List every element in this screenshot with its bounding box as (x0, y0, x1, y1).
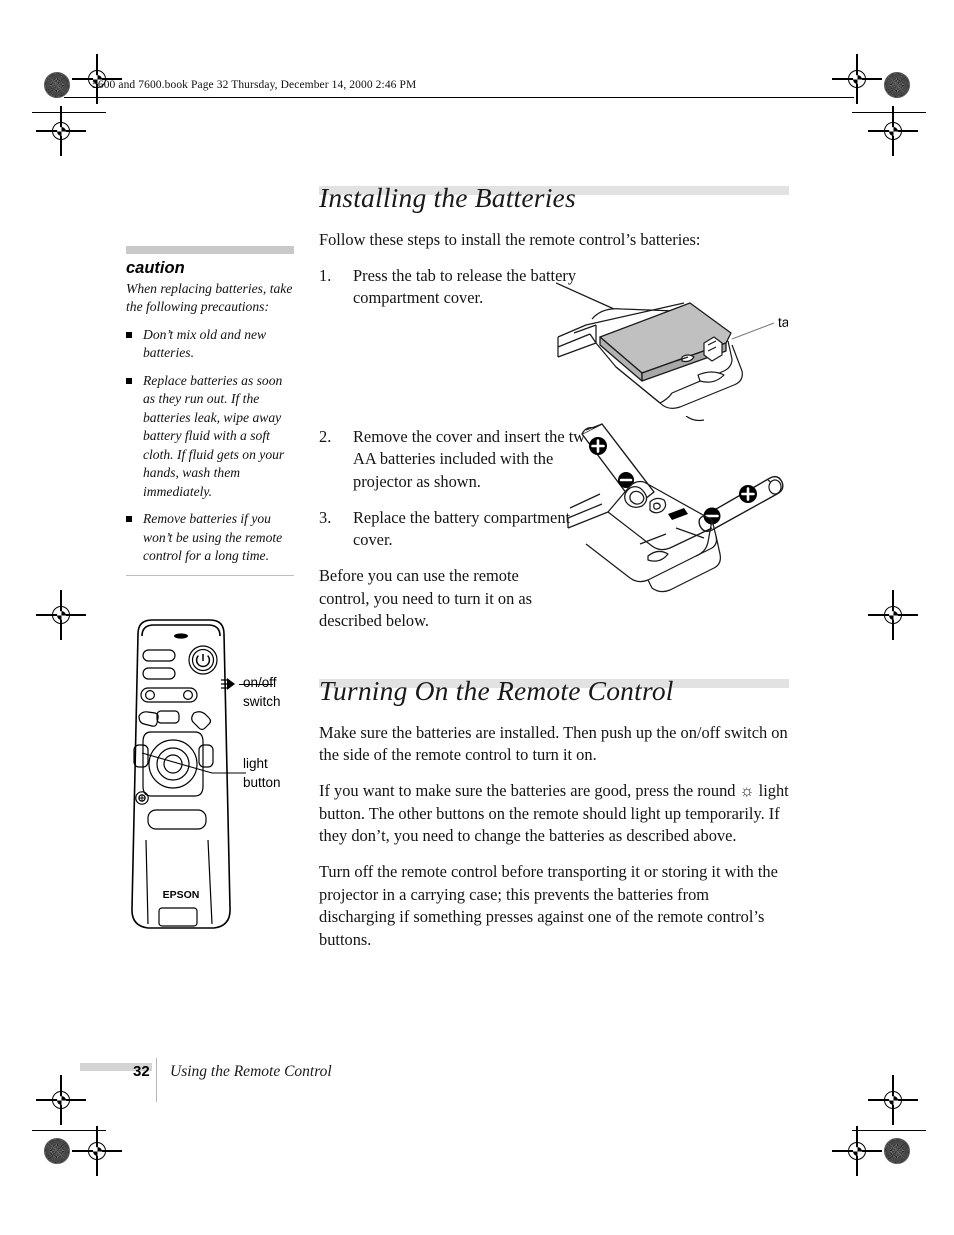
light-button-callout: light button (243, 754, 281, 792)
registration-mark-left-middle (36, 590, 86, 640)
registration-mark-right-middle (868, 590, 918, 640)
intro-paragraph: Follow these steps to install the remote… (319, 229, 701, 249)
figure-battery-insert (556, 416, 788, 606)
step-text: Replace the battery compartment cover. (353, 507, 571, 550)
section-heading-installing-batteries: Installing the Batteries (319, 182, 789, 215)
caution-bullet-text: Remove batteries if you won’t be using t… (143, 511, 283, 564)
square-bullet-icon (126, 516, 132, 523)
section-heading-turning-on-remote: Turning On the Remote Control (319, 674, 789, 708)
battery-cover-illustration: tab (556, 282, 788, 409)
moire-target-top-left (44, 72, 70, 98)
caution-bullet-item: Remove batteries if you won’t be using t… (126, 510, 294, 565)
tab-leader-line (731, 322, 775, 340)
moire-target-bottom-right (884, 1138, 910, 1164)
square-bullet-icon (126, 331, 132, 338)
step-number: 2. (319, 426, 332, 446)
caution-intro: When replacing batteries, take the follo… (126, 281, 293, 315)
header-rule (64, 97, 854, 98)
caution-top-bar (126, 246, 294, 254)
file-slug-text: 5600 and 7600.book Page 32 Thursday, Dec… (92, 79, 417, 91)
caution-sidebar: caution When replacing batteries, take t… (126, 246, 294, 576)
registration-mark-right-lower (868, 1075, 918, 1125)
moire-target-bottom-left (44, 1138, 70, 1164)
after-steps-paragraph: Before you can use the remote control, y… (319, 566, 533, 631)
registration-mark-bottom-right-lower (832, 1126, 882, 1176)
caution-bottom-rule (126, 574, 294, 576)
remote-paragraph-3: Turn off the remote control before trans… (319, 862, 778, 949)
registration-mark-bottom-left-lower (72, 1126, 122, 1176)
battery-insert-illustration (567, 416, 784, 593)
trim-line-top-left (32, 112, 106, 113)
caution-bullet-item: Don’t mix old and new batteries. (126, 326, 294, 363)
tab-callout-label: tab (778, 315, 788, 330)
remote-paragraph-1: Make sure the batteries are installed. T… (319, 722, 788, 765)
onoff-switch-label-line1: on/off (243, 675, 277, 690)
caution-bullet-text: Don’t mix old and new batteries. (143, 326, 267, 361)
light-button-label-line1: light (243, 756, 268, 771)
footer-chapter-title: Using the Remote Control (170, 1063, 332, 1080)
step-number: 3. (319, 507, 332, 527)
registration-mark-top-right-upper (832, 54, 882, 104)
moire-target-top-right (884, 72, 910, 98)
footer-vertical-rule (156, 1058, 157, 1102)
caution-bullet-text: Replace batteries as soon as they run ou… (143, 372, 285, 499)
caution-bullet-item: Replace batteries as soon as they run ou… (126, 372, 294, 501)
onoff-switch-callout: on/off switch (243, 673, 281, 711)
page-number: 32 (133, 1063, 150, 1080)
registration-mark-left-upper (36, 106, 86, 156)
remote-brand-text: EPSON (163, 889, 200, 901)
figure-battery-cover: tab (556, 281, 788, 416)
manual-page: 5600 and 7600.book Page 32 Thursday, Dec… (0, 0, 954, 1235)
light-button-label-line2: button (243, 775, 281, 791)
step-text: Press the tab to release the battery com… (353, 265, 577, 308)
trim-line-bottom-right (852, 1130, 926, 1131)
step-number: 1. (319, 265, 332, 285)
trim-line-top-right (852, 112, 926, 113)
onoff-switch-label-line2: switch (243, 694, 281, 710)
caution-bullet-list: Don’t mix old and new batteries. Replace… (126, 326, 294, 566)
registration-mark-left-lower (36, 1075, 86, 1125)
heading-text: Installing the Batteries (319, 182, 576, 213)
registration-mark-right-upper (868, 106, 918, 156)
trim-line-bottom-left (32, 1130, 106, 1131)
light-button-leader (141, 752, 246, 774)
remote-paragraph-2: If you want to make sure the batteries a… (319, 781, 789, 846)
caution-title: caution (126, 259, 185, 277)
heading-text: Turning On the Remote Control (319, 674, 674, 706)
square-bullet-icon (126, 377, 132, 384)
